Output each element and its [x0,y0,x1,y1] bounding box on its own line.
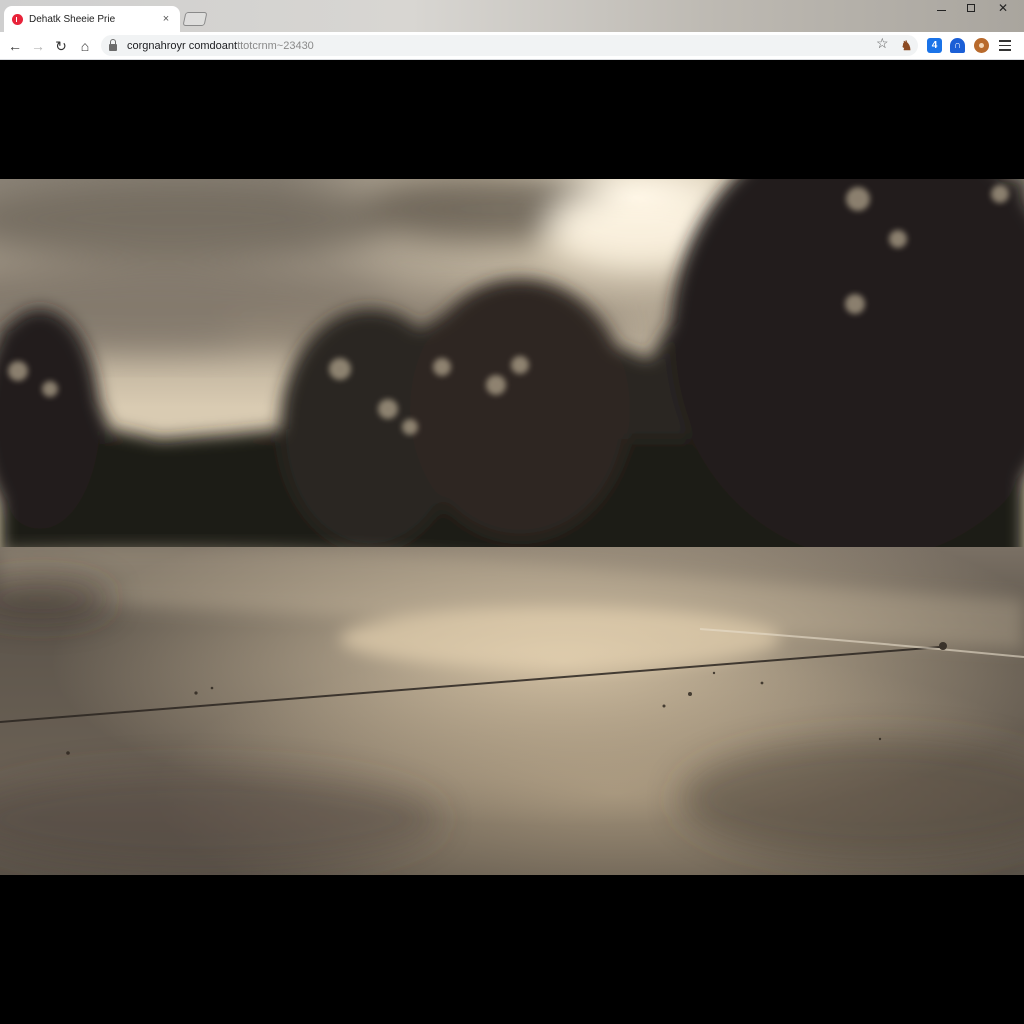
landscape-photo [0,179,1024,875]
new-tab-button[interactable] [182,12,208,26]
browser-titlebar: Dehatk Sheeie Prie × ✕ [0,0,1024,32]
arrow-right-icon: → [31,38,45,54]
browser-toolbar: ← → ↻ ⌂ corgnahroyr comdoant ttotcrnm~23… [0,32,1024,60]
tab-title: Dehatk Sheeie Prie [29,13,116,25]
close-window-button[interactable]: ✕ [988,0,1018,16]
reload-button[interactable]: ↻ [51,36,71,56]
url-host: corgnahroyr comdoant [127,39,238,52]
menu-icon[interactable] [999,40,1011,54]
bookmark-star-icon[interactable]: ☆ [876,35,889,52]
back-button[interactable]: ← [5,36,25,56]
maximize-icon [967,4,975,12]
address-bar[interactable]: corgnahroyr comdoant ttotcrnm~23430 [101,35,918,56]
url-path: ttotcrnm~23430 [237,39,314,52]
tab-close-icon[interactable]: × [160,13,172,25]
favicon-icon [12,13,23,25]
arrow-left-icon: ← [8,38,22,54]
puzzle-icon[interactable]: 4 [927,38,942,53]
profile-icon[interactable]: ∩ [950,38,965,53]
lock-icon[interactable] [109,38,117,51]
reload-icon: ↻ [55,37,67,54]
close-icon: ✕ [997,1,1009,15]
page-viewport [0,60,1024,1024]
forward-button[interactable]: → [28,36,48,56]
home-button[interactable]: ⌂ [75,36,95,56]
cookie-icon[interactable] [974,38,989,53]
browser-tab[interactable]: Dehatk Sheeie Prie × [4,6,180,32]
maximize-button[interactable] [956,0,986,16]
minimize-icon [936,9,946,11]
minimize-button[interactable] [926,0,956,16]
fox-icon[interactable]: ♞ [899,38,914,53]
home-icon: ⌂ [80,38,90,54]
